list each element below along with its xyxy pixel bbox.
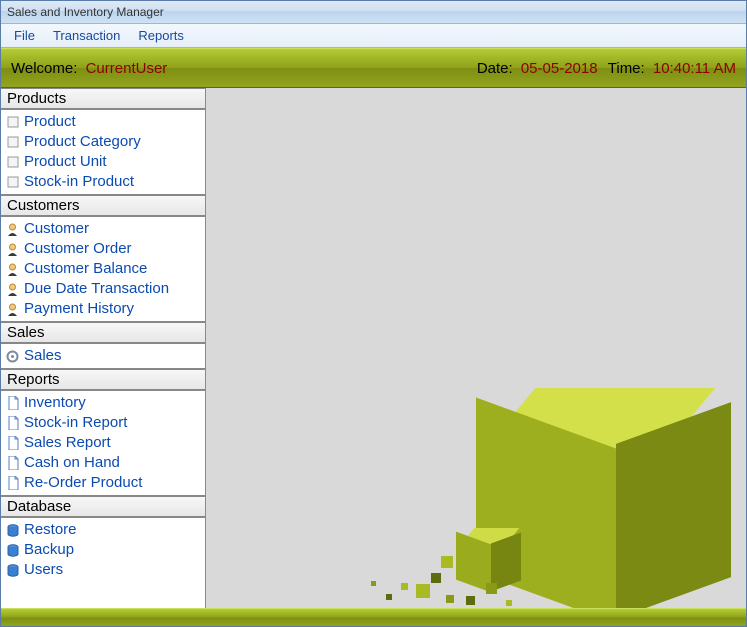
gear-icon — [5, 349, 20, 364]
nav-inventory[interactable]: Inventory — [1, 393, 205, 413]
nav-restore[interactable]: Restore — [1, 520, 205, 540]
box-icon — [5, 175, 20, 190]
group-header-reports[interactable]: Reports — [1, 368, 205, 391]
group-body-sales: Sales — [1, 344, 205, 368]
person-icon — [5, 282, 20, 297]
nav-product-unit[interactable]: Product Unit — [1, 152, 205, 172]
database-icon — [5, 563, 20, 578]
nav-label: Payment History — [24, 299, 134, 319]
nav-product-category[interactable]: Product Category — [1, 132, 205, 152]
nav-label: Due Date Transaction — [24, 279, 169, 299]
nav-product[interactable]: Product — [1, 112, 205, 132]
nav-customer-balance[interactable]: Customer Balance — [1, 259, 205, 279]
menubar: File Transaction Reports — [1, 24, 746, 48]
group-body-database: Restore Backup Users — [1, 518, 205, 582]
nav-customer-order[interactable]: Customer Order — [1, 239, 205, 259]
nav-sales[interactable]: Sales — [1, 346, 205, 366]
person-icon — [5, 222, 20, 237]
date-label: Date: — [477, 60, 513, 77]
nav-label: Product Unit — [24, 152, 107, 172]
nav-stockin-product[interactable]: Stock-in Product — [1, 172, 205, 192]
time-value: 10:40:11 AM — [653, 60, 736, 77]
nav-label: Users — [24, 560, 63, 580]
group-header-sales[interactable]: Sales — [1, 321, 205, 344]
nav-payment-history[interactable]: Payment History — [1, 299, 205, 319]
nav-label: Stock-in Report — [24, 413, 127, 433]
nav-label: Sales Report — [24, 433, 111, 453]
nav-label: Customer Balance — [24, 259, 147, 279]
footer-bar — [1, 608, 746, 626]
cube-illustration — [356, 348, 736, 608]
group-body-customers: Customer Customer Order Customer Balance… — [1, 217, 205, 321]
nav-sales-report[interactable]: Sales Report — [1, 433, 205, 453]
welcome-bar: Welcome: CurrentUser Date: 05-05-2018 Ti… — [1, 48, 746, 88]
document-icon — [5, 476, 20, 491]
nav-label: Sales — [24, 346, 62, 366]
nav-label: Cash on Hand — [24, 453, 120, 473]
document-icon — [5, 416, 20, 431]
document-icon — [5, 396, 20, 411]
titlebar: Sales and Inventory Manager — [1, 1, 746, 24]
document-icon — [5, 456, 20, 471]
nav-label: Restore — [24, 520, 77, 540]
box-icon — [5, 155, 20, 170]
welcome-left: Welcome: CurrentUser — [11, 60, 477, 77]
nav-label: Inventory — [24, 393, 86, 413]
welcome-user: CurrentUser — [86, 60, 168, 77]
menu-file[interactable]: File — [5, 26, 44, 45]
nav-backup[interactable]: Backup — [1, 540, 205, 560]
nav-label: Stock-in Product — [24, 172, 134, 192]
group-header-customers[interactable]: Customers — [1, 194, 205, 217]
nav-label: Backup — [24, 540, 74, 560]
person-icon — [5, 242, 20, 257]
database-icon — [5, 543, 20, 558]
menu-transaction[interactable]: Transaction — [44, 26, 129, 45]
nav-label: Product — [24, 112, 76, 132]
nav-label: Product Category — [24, 132, 141, 152]
group-body-products: Product Product Category Product Unit St… — [1, 110, 205, 194]
menu-reports[interactable]: Reports — [129, 26, 193, 45]
nav-label: Customer — [24, 219, 89, 239]
nav-stockin-report[interactable]: Stock-in Report — [1, 413, 205, 433]
person-icon — [5, 302, 20, 317]
time-label: Time: — [608, 60, 645, 77]
document-icon — [5, 436, 20, 451]
main-panel — [206, 88, 746, 608]
nav-label: Customer Order — [24, 239, 132, 259]
group-body-reports: Inventory Stock-in Report Sales Report C… — [1, 391, 205, 495]
app-window: Sales and Inventory Manager File Transac… — [0, 0, 747, 627]
nav-cash-on-hand[interactable]: Cash on Hand — [1, 453, 205, 473]
sidebar: Products Product Product Category Produc… — [1, 88, 206, 608]
nav-reorder-product[interactable]: Re-Order Product — [1, 473, 205, 493]
welcome-label: Welcome: — [11, 60, 77, 77]
nav-users[interactable]: Users — [1, 560, 205, 580]
group-header-database[interactable]: Database — [1, 495, 205, 518]
window-title: Sales and Inventory Manager — [7, 5, 164, 19]
box-icon — [5, 115, 20, 130]
person-icon — [5, 262, 20, 277]
content: Products Product Product Category Produc… — [1, 88, 746, 608]
box-icon — [5, 135, 20, 150]
nav-label: Re-Order Product — [24, 473, 142, 493]
database-icon — [5, 523, 20, 538]
welcome-right: Date: 05-05-2018 Time: 10:40:11 AM — [477, 60, 736, 77]
nav-customer[interactable]: Customer — [1, 219, 205, 239]
group-header-products[interactable]: Products — [1, 88, 205, 110]
nav-due-date-transaction[interactable]: Due Date Transaction — [1, 279, 205, 299]
date-value: 05-05-2018 — [521, 60, 598, 77]
